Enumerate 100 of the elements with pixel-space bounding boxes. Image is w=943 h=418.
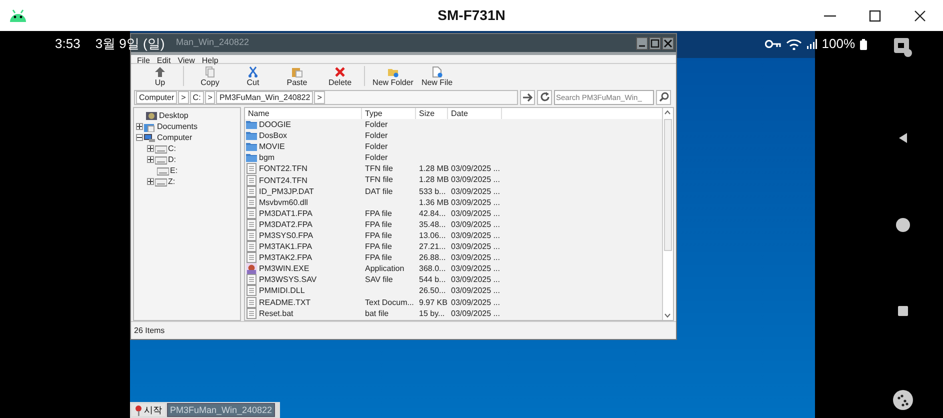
file-type: Application [365,264,404,274]
expand-toggle[interactable] [147,145,154,152]
drive-icon [155,144,167,154]
toolbar-button[interactable]: New Folder [369,66,417,86]
toolbar-button[interactable]: Cut [232,66,274,86]
expand-toggle[interactable] [147,156,154,163]
tree-item[interactable]: Documents [157,121,198,132]
window-title: Man_Win_240822 [176,36,250,50]
file-type: FPA file [365,253,392,262]
start-button[interactable]: 시작 [132,404,165,416]
documents-icon [144,122,156,132]
toolbar-button[interactable]: Delete [320,66,360,86]
tree-item[interactable]: Computer [157,132,192,143]
close-button[interactable] [912,8,928,24]
expand-toggle[interactable] [147,178,154,185]
tree-item[interactable]: Z: [168,176,176,187]
file-date: 03/09/2025 ... [451,175,500,184]
expand-toggle[interactable] [136,123,143,130]
scroll-down-icon[interactable] [663,311,672,320]
file-name[interactable]: PM3TAK2.FPA [259,252,312,264]
file-name[interactable]: FONT24.TFN [259,174,308,186]
signal-icon [806,39,817,49]
refresh-button[interactable] [537,90,552,104]
file-name[interactable]: PM3DAT1.FPA [259,208,312,219]
new-file-icon [431,66,443,78]
file-type: FPA file [365,230,392,240]
file-type: Text Docum... [365,298,414,306]
scroll-up-icon[interactable] [663,108,672,117]
file-name[interactable]: PMMIDI.DLL [259,285,305,296]
file-size: 42.84... [419,208,446,218]
breadcrumb-item[interactable]: C: [190,90,204,104]
folder-icon [246,119,257,130]
column-header[interactable]: Name [245,108,362,119]
search-button[interactable] [656,90,671,104]
tree-item[interactable]: Desktop [159,110,188,121]
file-name[interactable]: PM3WSYS.SAV [259,274,317,286]
folder-icon [246,130,257,142]
file-name[interactable]: DosBox [259,130,288,142]
column-header[interactable]: Size [416,108,448,119]
tree-item[interactable]: D: [168,154,176,165]
file-size: 1.28 MB [419,175,449,184]
back-icon[interactable] [898,132,908,144]
file-type: DAT file [365,186,393,196]
menu-item[interactable]: Help [202,55,218,63]
file-size: 13.06... [419,230,446,240]
go-button[interactable] [520,90,535,104]
taskbar-button[interactable]: PM3FuMan_Win_240822 [167,403,276,417]
status-date: 3월 9일 (일) [95,35,165,54]
up-arrow-icon [154,66,166,78]
menu-item[interactable]: Edit [156,55,171,63]
home-icon[interactable] [896,218,910,232]
file-name[interactable]: Msvbvm60.dll [259,196,308,208]
file-date: 03/09/2025 ... [451,164,500,174]
toolbar-button[interactable]: Paste [274,66,320,86]
file-date: 03/09/2025 ... [451,220,500,229]
file-date: 03/09/2025 ... [451,253,500,262]
app-icon [246,263,257,274]
plus-icon [148,146,153,151]
breadcrumb-item[interactable]: PM3FuMan_Win_240822 [216,90,314,104]
close-button[interactable] [662,36,674,50]
toolbar-button[interactable]: New File [417,66,457,86]
file-type: Folder [365,153,388,162]
file-type: Folder [365,142,388,152]
file-name[interactable]: DOOGIE [259,119,292,130]
file-name[interactable]: ID_PM3JP.DAT [259,186,314,197]
file-name[interactable]: Reset.bat [259,308,294,319]
menu-item[interactable]: View [178,55,195,63]
breadcrumb-item[interactable]: Computer [136,90,178,104]
file-name[interactable]: README.TXT [259,296,311,308]
gamepad-icon[interactable] [892,390,912,410]
toolbar-button[interactable]: Copy [188,66,232,86]
maximize-icon [650,38,660,48]
file-size: 15 by... [419,308,445,318]
file-name[interactable]: PM3DAT2.FPA [259,218,312,230]
minimize-button[interactable] [636,36,648,50]
column-header[interactable]: Type [362,108,416,119]
menu-item[interactable]: File [137,55,150,63]
file-type: FPA file [365,208,392,218]
column-header[interactable]: Date [448,108,502,119]
tree-item[interactable]: E: [170,165,178,176]
touch-lock-icon[interactable] [892,37,912,58]
scrollbar-thumb[interactable] [664,119,672,251]
folder-icon [246,141,257,152]
file-size: 1.36 MB [419,198,449,207]
recent-apps-icon[interactable] [898,306,908,316]
folder-icon [246,152,257,164]
toolbar-button[interactable]: Up [141,66,179,86]
file-name[interactable]: bgm [259,152,275,164]
file-name[interactable]: PM3TAK1.FPA [259,241,312,252]
file-date: 03/09/2025 ... [451,286,500,296]
file-size: 368.0... [419,264,446,274]
file-name[interactable]: PM3WIN.EXE [259,263,310,274]
file-name[interactable]: PM3SYS0.FPA [259,230,314,241]
maximize-button[interactable] [867,8,883,24]
tree-item[interactable]: C: [168,143,176,154]
file-date: 03/09/2025 ... [451,275,500,284]
file-name[interactable]: MOVIE [259,141,285,152]
file-name[interactable]: FONT22.TFN [259,163,308,174]
maximize-button[interactable] [649,36,661,50]
collapse-toggle[interactable] [136,134,143,141]
